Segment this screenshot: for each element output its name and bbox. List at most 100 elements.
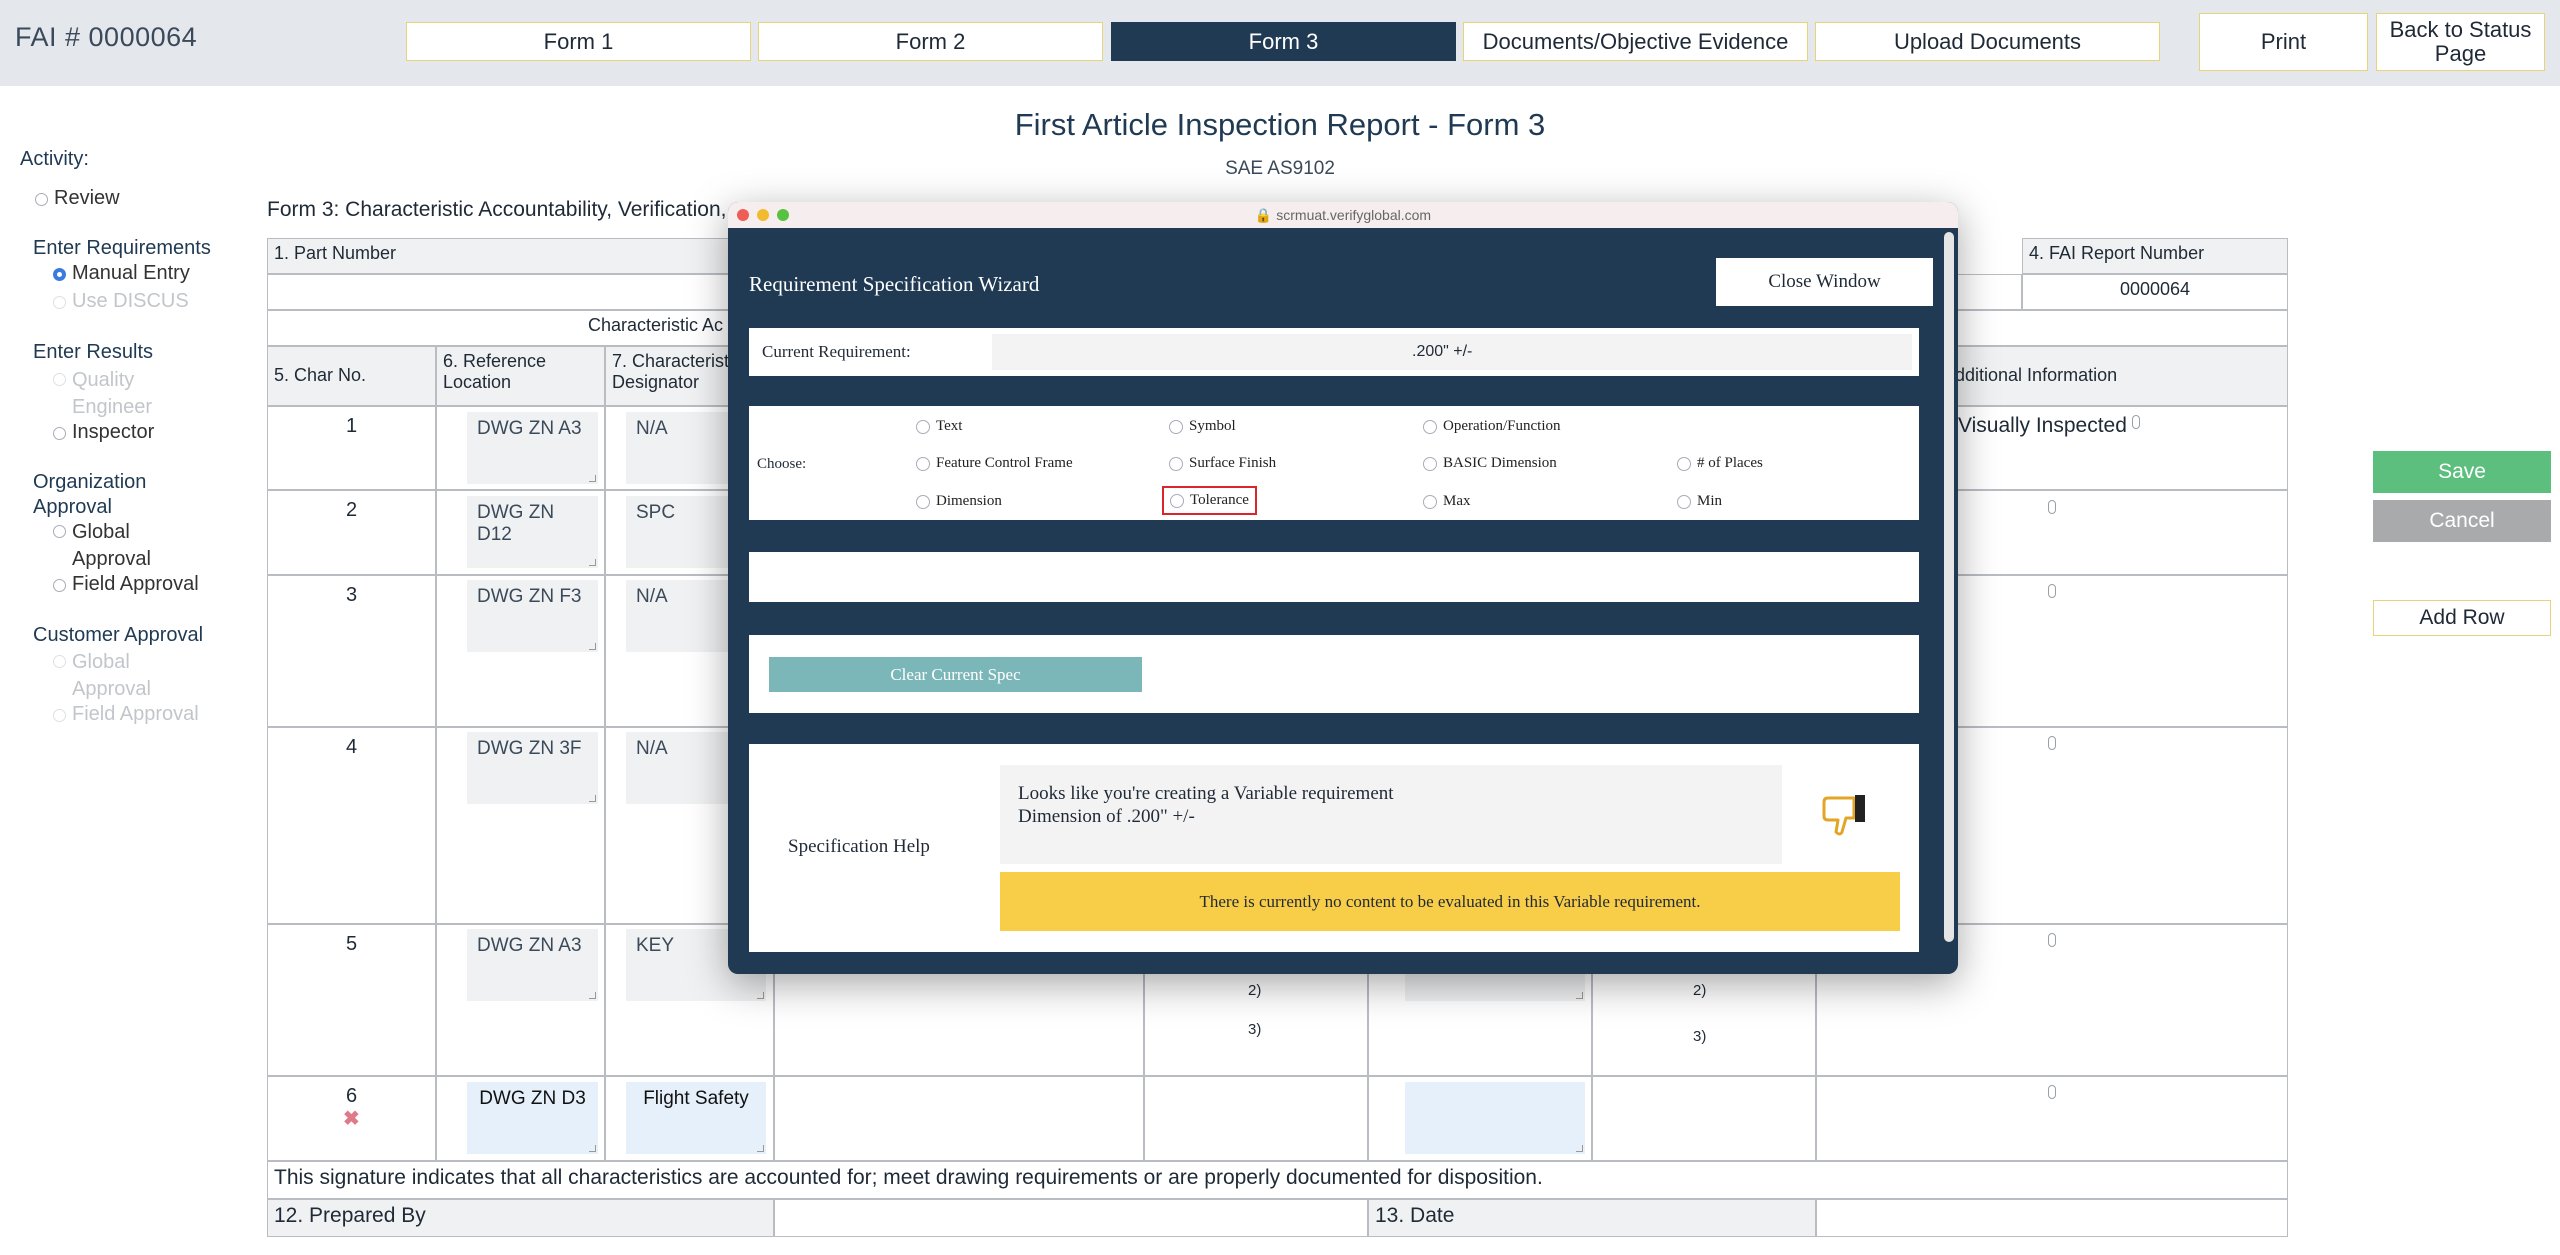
fai-report-label: 4. FAI Report Number bbox=[2022, 238, 2288, 274]
radio-icon[interactable] bbox=[1169, 419, 1183, 434]
thumbs-down-icon bbox=[1822, 795, 1865, 836]
ref-location-input[interactable]: DWG ZN A3 bbox=[467, 412, 598, 484]
choose-label: Choose: bbox=[757, 456, 807, 472]
prepared-by-label: 12. Prepared By bbox=[267, 1199, 774, 1237]
radio-icon[interactable] bbox=[1423, 494, 1437, 509]
results-heading: Enter Results bbox=[33, 341, 154, 363]
tab-documents-evidence[interactable]: Documents/Objective Evidence bbox=[1463, 22, 1808, 61]
ref-location-input[interactable]: DWG ZN A3 bbox=[467, 929, 598, 1001]
attachment-icon[interactable] bbox=[2048, 584, 2056, 598]
attachment-icon[interactable] bbox=[2048, 1085, 2056, 1099]
radio-icon[interactable] bbox=[53, 427, 66, 440]
option-text[interactable]: Text bbox=[916, 418, 962, 435]
option-label: Symbol bbox=[1189, 418, 1236, 434]
ref-location-input[interactable]: DWG ZN D12 bbox=[467, 496, 598, 568]
inspector-label: Inspector bbox=[72, 421, 155, 443]
row6-cell-9 bbox=[1144, 1076, 1368, 1161]
wizard-title: Requirement Specification Wizard bbox=[749, 272, 1040, 296]
option-operation-function[interactable]: Operation/Function bbox=[1423, 418, 1560, 435]
cancel-button[interactable]: Cancel bbox=[2373, 500, 2551, 542]
radio-icon[interactable] bbox=[53, 525, 66, 538]
current-requirement-panel: Current Requirement: .200" +/- bbox=[749, 328, 1919, 376]
option-basic-dimension[interactable]: BASIC Dimension bbox=[1423, 455, 1557, 472]
spec-input-panel[interactable] bbox=[749, 552, 1919, 602]
use-discus-label: Use DISCUS bbox=[72, 290, 189, 312]
top-bar: FAI # 0000064 Form 1 Form 2 Form 3 Docum… bbox=[0, 0, 2560, 86]
char-no: 5 bbox=[267, 924, 436, 1076]
tab-upload-documents[interactable]: Upload Documents bbox=[1815, 22, 2160, 61]
attachment-icon[interactable] bbox=[2132, 415, 2140, 429]
print-button[interactable]: Print bbox=[2199, 13, 2368, 71]
save-button[interactable]: Save bbox=[2373, 451, 2551, 493]
option-max[interactable]: Max bbox=[1423, 493, 1471, 510]
option-feature-control-frame[interactable]: Feature Control Frame bbox=[916, 455, 1073, 472]
quality-engineer-option: Quality Engineer bbox=[53, 367, 183, 421]
radio-icon[interactable] bbox=[916, 419, 930, 434]
attachment-icon[interactable] bbox=[2048, 500, 2056, 514]
option-label: Min bbox=[1697, 493, 1723, 509]
char-no: 1 bbox=[267, 406, 436, 490]
form-caption: Form 3: Characteristic Accountability, V… bbox=[267, 198, 744, 221]
radio-icon[interactable] bbox=[1677, 456, 1691, 471]
option-symbol[interactable]: Symbol bbox=[1169, 418, 1236, 435]
additional-info-text: Visually Inspected bbox=[1958, 414, 2127, 437]
option-label: Text bbox=[936, 418, 963, 434]
tab-form-1[interactable]: Form 1 bbox=[406, 22, 751, 61]
window-title-bar: 🔒 scrmuat.verifyglobal.com bbox=[728, 202, 1958, 228]
tab-form-2[interactable]: Form 2 bbox=[758, 22, 1103, 61]
inspector-option[interactable]: Inspector bbox=[53, 421, 154, 444]
tab-form-3[interactable]: Form 3 bbox=[1111, 22, 1456, 61]
ref-location-input[interactable]: DWG ZN D3 bbox=[467, 1082, 598, 1154]
org-field-approval-option[interactable]: Field Approval bbox=[53, 573, 199, 596]
add-row-button[interactable]: Add Row bbox=[2373, 600, 2551, 636]
option-num-places[interactable]: # of Places bbox=[1677, 455, 1763, 472]
radio-icon[interactable] bbox=[1170, 493, 1184, 508]
prepared-by-field[interactable] bbox=[774, 1199, 1368, 1237]
radio-icon[interactable] bbox=[53, 579, 66, 592]
clear-current-spec-button[interactable]: Clear Current Spec bbox=[769, 657, 1142, 692]
manual-entry-option[interactable]: Manual Entry bbox=[53, 262, 190, 285]
back-to-status-button[interactable]: Back to Status Page bbox=[2376, 13, 2545, 71]
help-line-2: Dimension of .200" +/- bbox=[1018, 806, 1195, 827]
list-item: 3) bbox=[1693, 1028, 1707, 1045]
option-dimension[interactable]: Dimension bbox=[916, 493, 1002, 510]
org-global-approval-option[interactable]: Global Approval bbox=[53, 519, 163, 573]
current-requirement-value[interactable]: .200" +/- bbox=[992, 334, 1912, 370]
review-option[interactable]: Review bbox=[35, 187, 120, 210]
date-label: 13. Date bbox=[1368, 1199, 1816, 1237]
radio-icon[interactable] bbox=[1677, 494, 1691, 509]
signature-statement: This signature indicates that all charac… bbox=[267, 1161, 2288, 1199]
radio-icon[interactable] bbox=[35, 193, 48, 206]
ref-location-input[interactable]: DWG ZN 3F bbox=[467, 732, 598, 804]
option-surface-finish[interactable]: Surface Finish bbox=[1169, 455, 1276, 472]
option-min[interactable]: Min bbox=[1677, 493, 1722, 510]
help-message-box: Looks like you're creating a Variable re… bbox=[1000, 765, 1782, 864]
customer-approval-heading: Customer Approval bbox=[33, 624, 204, 646]
delete-row-icon[interactable]: ✖ bbox=[343, 1106, 360, 1131]
quality-engineer-label: Quality Engineer bbox=[72, 369, 153, 418]
current-requirement-label: Current Requirement: bbox=[762, 342, 911, 361]
option-tolerance[interactable]: Tolerance bbox=[1162, 486, 1257, 515]
ref-location-input[interactable]: DWG ZN F3 bbox=[467, 580, 598, 652]
fai-report-value: 0000064 bbox=[2022, 274, 2288, 310]
radio-icon[interactable] bbox=[916, 494, 930, 509]
radio-icon[interactable] bbox=[1169, 456, 1183, 471]
date-field[interactable] bbox=[1816, 1199, 2288, 1237]
radio-icon[interactable] bbox=[1423, 456, 1437, 471]
col-char-no: 5. Char No. bbox=[267, 346, 436, 406]
window-scrollbar[interactable] bbox=[1944, 232, 1954, 942]
attachment-icon[interactable] bbox=[2048, 736, 2056, 750]
radio-checked-icon[interactable] bbox=[53, 268, 66, 281]
org-approval-heading: Organization Approval bbox=[33, 471, 147, 518]
close-window-button[interactable]: Close Window bbox=[1716, 258, 1933, 306]
row6-result-input[interactable] bbox=[1405, 1082, 1585, 1154]
list-item: 3) bbox=[1248, 1021, 1262, 1038]
use-discus-option: Use DISCUS bbox=[53, 290, 189, 313]
attachment-icon[interactable] bbox=[2048, 933, 2056, 947]
manual-entry-label: Manual Entry bbox=[72, 262, 190, 284]
radio-icon[interactable] bbox=[916, 456, 930, 471]
designator-input[interactable]: Flight Safety bbox=[626, 1082, 766, 1154]
radio-icon[interactable] bbox=[1423, 419, 1437, 434]
radio-icon bbox=[53, 655, 66, 668]
url-text: scrmuat.verifyglobal.com bbox=[1276, 207, 1432, 223]
